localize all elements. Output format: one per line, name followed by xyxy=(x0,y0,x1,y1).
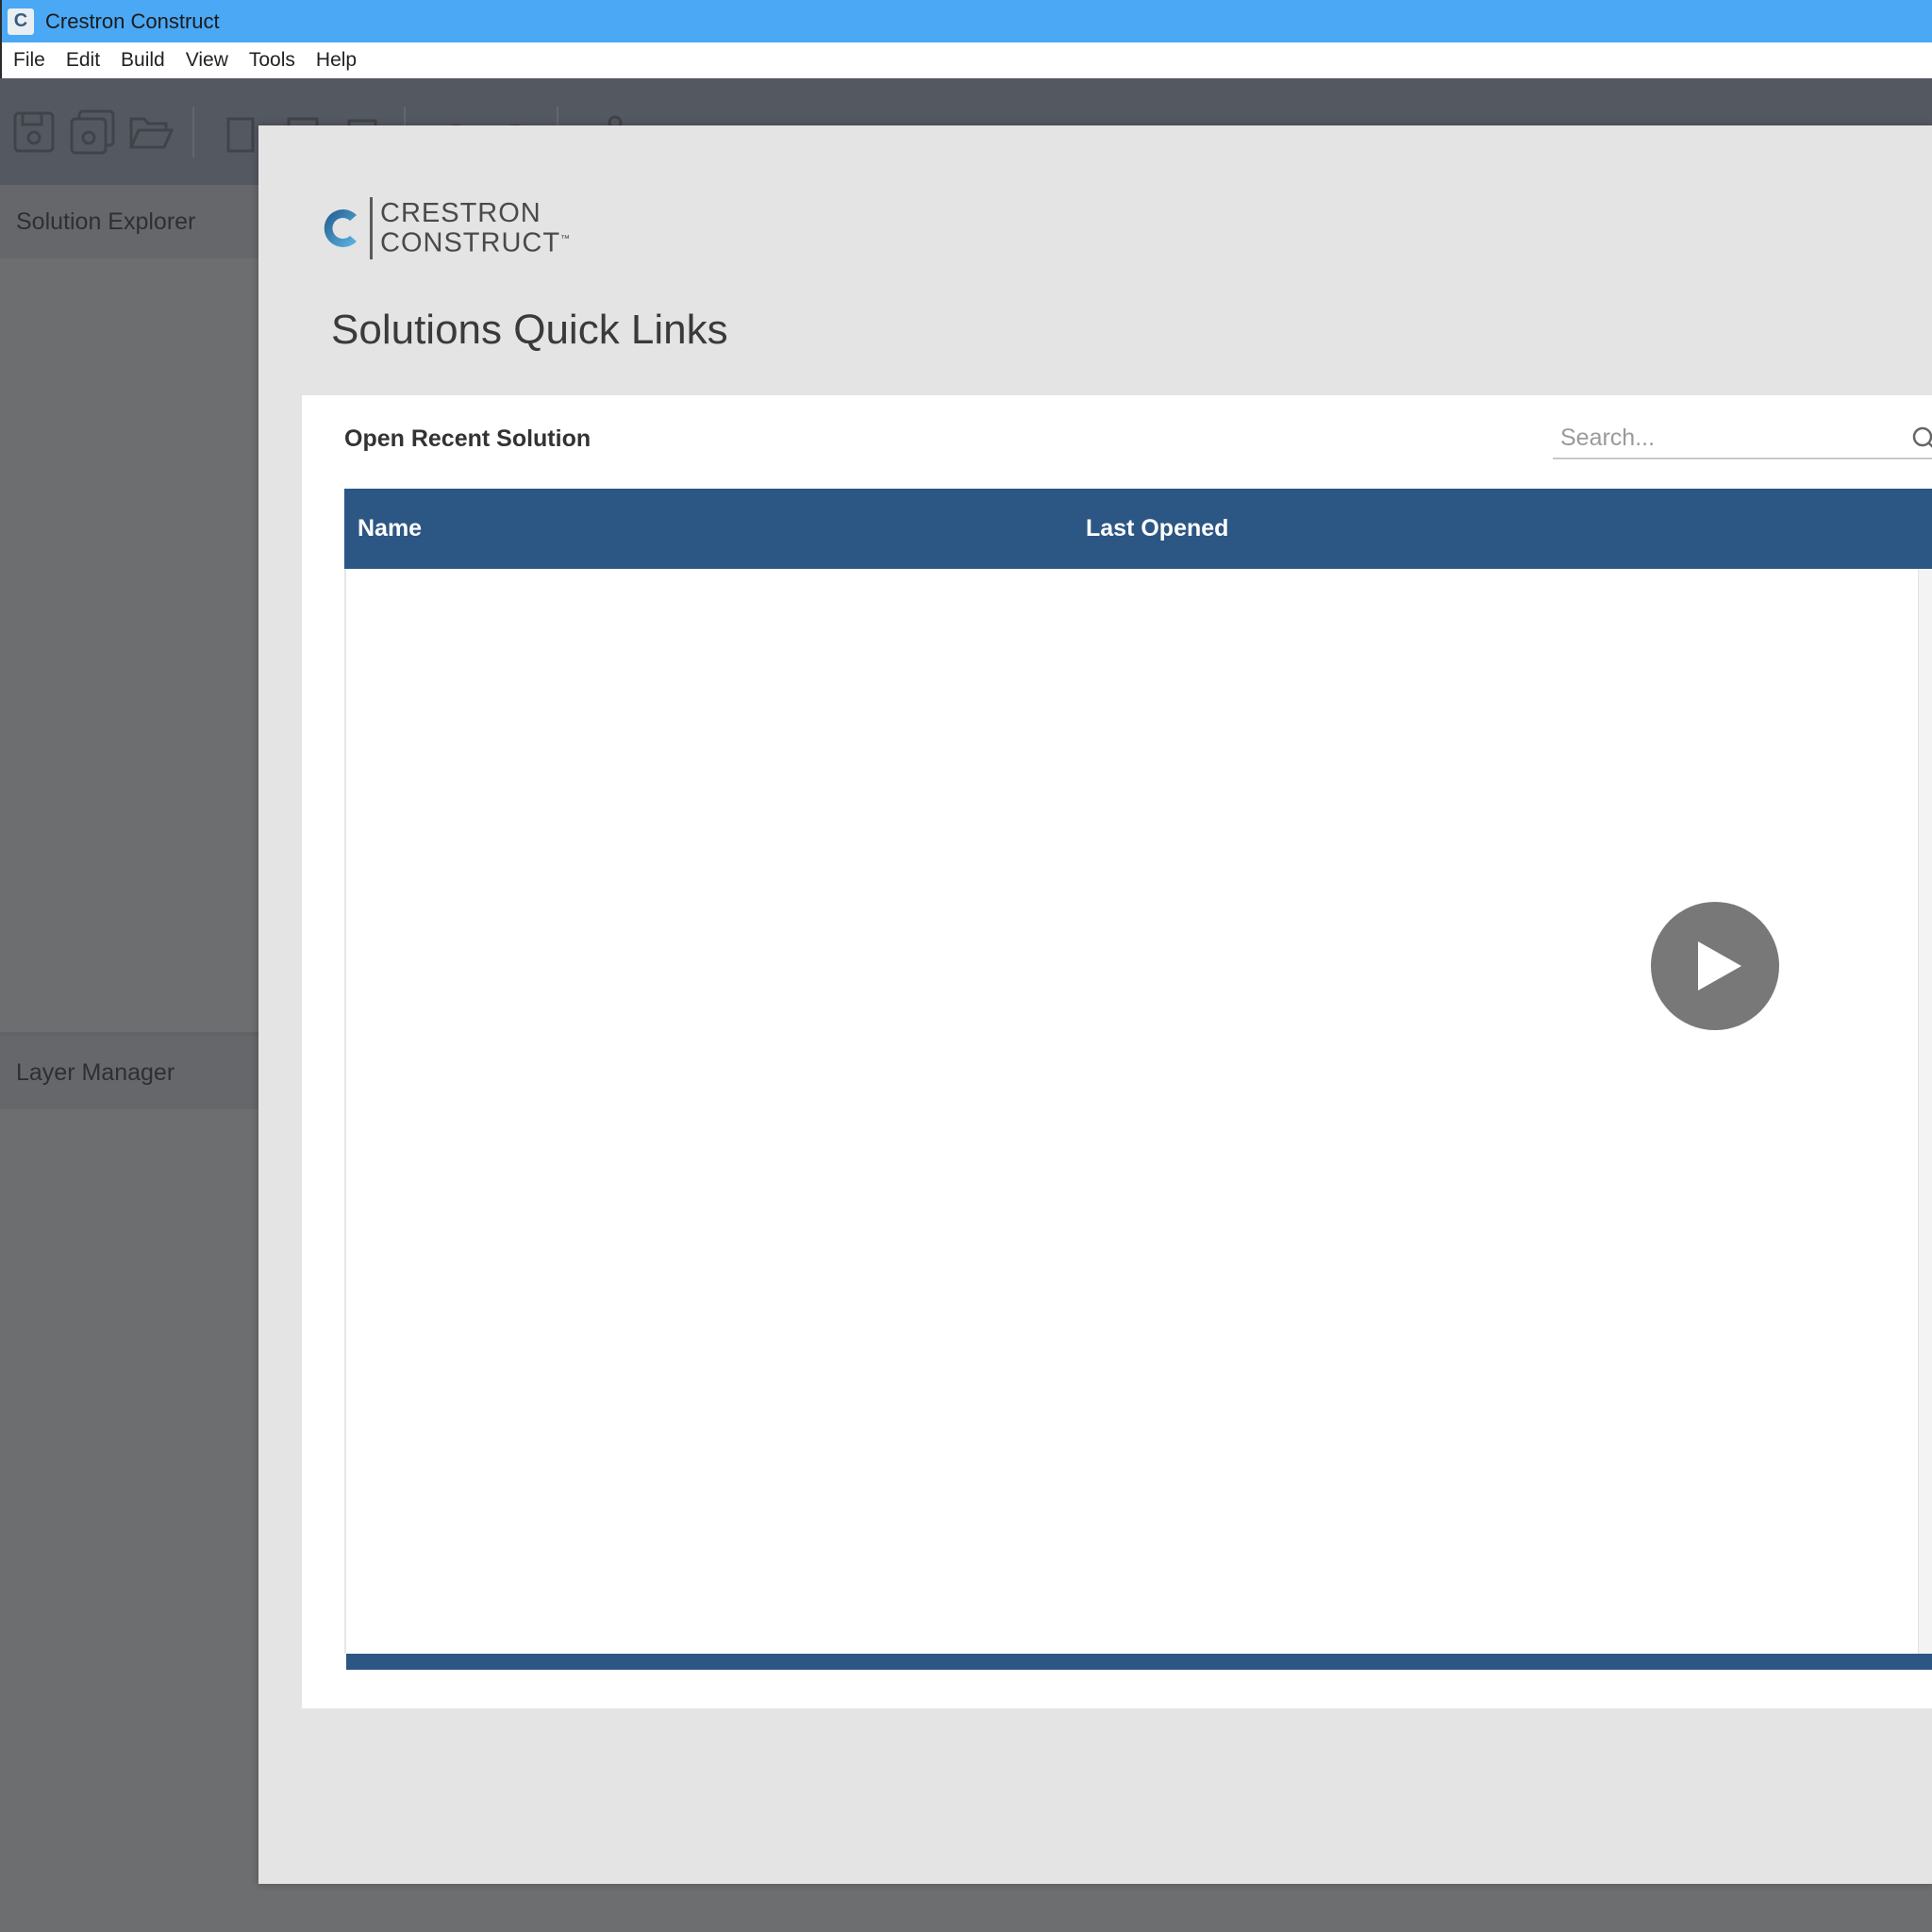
table-body xyxy=(344,569,1932,1654)
open-folder-icon xyxy=(128,117,174,148)
solution-explorer-title: Solution Explorer xyxy=(16,208,196,235)
menu-help[interactable]: Help xyxy=(306,49,367,72)
toolbar-separator xyxy=(192,106,194,158)
window-title: Crestron Construct xyxy=(45,8,220,33)
table-vertical-scrollbar[interactable] xyxy=(1918,569,1932,1654)
app-logo-icon: C xyxy=(8,8,34,35)
open-button[interactable] xyxy=(126,108,175,157)
save-all-icon xyxy=(70,109,115,154)
menu-bar: File Edit Build View Tools Help xyxy=(0,42,1932,78)
crestron-construct-logo: CRESTRON CONSTRUCT™ xyxy=(319,197,571,259)
crestron-logo-icon xyxy=(324,209,357,247)
layer-manager-header[interactable]: Layer Manager xyxy=(0,1036,258,1109)
search-input[interactable] xyxy=(1553,423,1902,453)
play-video-button[interactable] xyxy=(1651,902,1779,1030)
menu-view[interactable]: View xyxy=(175,49,239,72)
logo-line-2: CONSTRUCT™ xyxy=(380,227,572,258)
menu-file[interactable]: File xyxy=(2,49,56,72)
layer-manager-title: Layer Manager xyxy=(16,1058,175,1086)
logo-trademark: ™ xyxy=(560,233,572,244)
table-header: Name Last Opened xyxy=(344,489,1932,569)
table-horizontal-scrollbar[interactable] xyxy=(346,1654,1932,1670)
column-header-name[interactable]: Name xyxy=(358,489,422,569)
save-button[interactable] xyxy=(9,108,58,157)
app-window: C Crestron Construct File Edit Build Vie… xyxy=(0,0,1932,1932)
play-icon xyxy=(1698,941,1741,991)
recent-solutions-table: Name Last Opened xyxy=(344,489,1932,1670)
recent-solutions-card: Open Recent Solution Name Last Opened xyxy=(302,395,1932,1708)
left-panel: Solution Explorer Layer Manager xyxy=(0,185,258,1932)
search-icon[interactable] xyxy=(1909,424,1932,456)
search-box xyxy=(1553,418,1932,459)
menu-edit[interactable]: Edit xyxy=(56,49,110,72)
save-all-button[interactable] xyxy=(68,108,117,157)
save-icon xyxy=(13,111,55,152)
solution-explorer-header[interactable]: Solution Explorer xyxy=(0,185,258,258)
menu-tools[interactable]: Tools xyxy=(239,49,306,72)
logo-wordmark: CRESTRON CONSTRUCT™ xyxy=(380,197,572,258)
recent-solutions-title: Open Recent Solution xyxy=(344,425,591,452)
title-bar: C Crestron Construct xyxy=(0,0,1932,42)
dialog-title: Solutions Quick Links xyxy=(331,307,728,353)
column-header-last-opened[interactable]: Last Opened xyxy=(1086,489,1228,569)
logo-divider xyxy=(370,197,373,259)
logo-line-1: CRESTRON xyxy=(380,197,541,228)
menu-build[interactable]: Build xyxy=(110,49,175,72)
